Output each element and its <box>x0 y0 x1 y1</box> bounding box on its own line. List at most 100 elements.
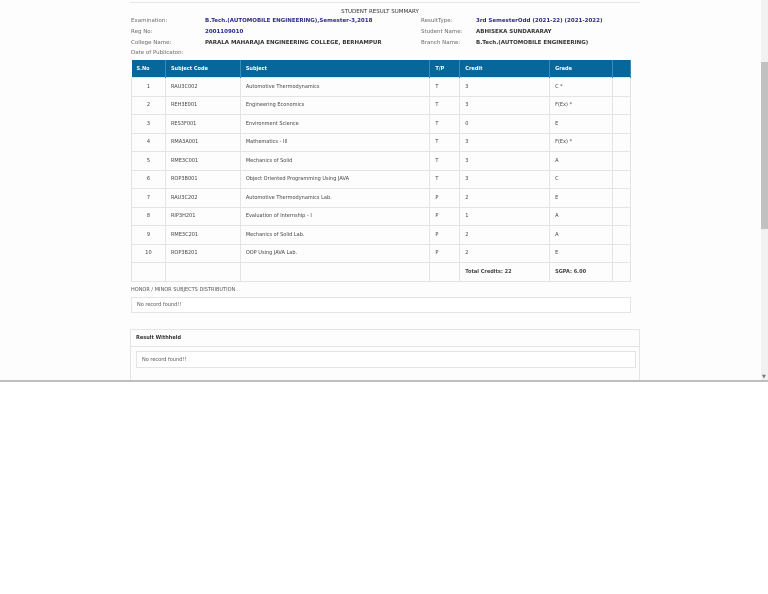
cell-subject: Automotive Thermodynamics <box>239 77 431 97</box>
col-grade: Grade <box>549 60 613 78</box>
cell-code: REH3E001 <box>164 95 241 115</box>
sgpa: SGPA: 6.00 <box>549 262 613 282</box>
cell-code: RME3C001 <box>164 151 241 171</box>
table-row: 2 REH3E001 Engineering Economics T 3 F(Ex) * <box>131 95 632 115</box>
cell-tp: T <box>429 114 461 134</box>
exam-label: Examination: <box>131 18 168 24</box>
table-row: 8 RIP3H201 Evaluation of Internship - IP1A <box>131 206 632 226</box>
cell-credit: 2 <box>459 243 551 263</box>
branch-label: Branch Name: <box>421 40 461 46</box>
cell-subject: Evaluation of Internship - I <box>239 206 431 226</box>
cell-code: RES3F001 <box>164 114 241 134</box>
cell-grade: F(Ex) * <box>549 132 613 152</box>
cell-credit: 3 <box>459 132 551 152</box>
withheld-panel: Result Withheld No record found!! <box>130 329 640 380</box>
cell-grade: C <box>549 169 613 189</box>
cell-tp: P <box>429 188 461 208</box>
reg-value: 2001109010 <box>205 29 244 35</box>
result-type-value: 3rd SemesterOdd (2021-22) (2021-2022) <box>476 18 603 24</box>
cell-credit: 2 <box>459 188 551 208</box>
result-table: S.No Subject Code Subject T/P Credit Gra… <box>131 60 632 282</box>
cell-subject: OOP Using JAVA Lab. <box>239 243 431 263</box>
date-label: Date of Publicaton: <box>131 50 184 56</box>
cell-grade: C * <box>549 77 613 97</box>
college-value: PARALA MAHARAJA ENGINEERING COLLEGE, BER… <box>205 40 382 46</box>
cell-tp: T <box>429 95 461 115</box>
honor-heading: HONOR / MINOR SUBJECTS DISTRIBUTION <box>131 287 236 293</box>
cell-extra <box>611 169 632 189</box>
cell-credit: 0 <box>459 114 551 134</box>
branch-value: B.Tech.(AUTOMOBILE ENGINEERING) <box>476 40 589 46</box>
cell-subject: Environment Science <box>239 114 431 134</box>
cell-grade: F(Ex) * <box>549 95 613 115</box>
cell-sno: 5 <box>131 151 166 171</box>
withheld-heading: Result Withheld <box>131 330 639 347</box>
honor-empty: No record found!! <box>131 297 631 313</box>
total-row: Total Credits: 22 SGPA: 6.00 <box>131 262 632 282</box>
cell-sno: 4 <box>131 132 166 152</box>
student-label: Student Name: <box>421 29 463 35</box>
cell-sno: 6 <box>131 169 166 189</box>
table-row: 9 RME3C201 Mechanics of Solid Lab. P 2 A <box>131 225 632 245</box>
cell-code: RMA3A001 <box>164 132 241 152</box>
cell-code: RAU3C202 <box>164 188 241 208</box>
cell-grade: E <box>549 114 613 134</box>
cell-sno: 1 <box>131 77 166 97</box>
scrollbar-thumb[interactable] <box>761 62 768 229</box>
cell-code: RAU3C002 <box>164 77 241 97</box>
cell-code: ROP3B001 <box>164 169 241 189</box>
cell-subject: Mathematics - III <box>239 132 431 152</box>
cell-tp: T <box>429 169 461 189</box>
college-label: College Name: <box>131 40 172 46</box>
exam-value: B.Tech.(AUTOMOBILE ENGINEERING),Semester… <box>205 18 373 24</box>
cell-code: RIP3H201 <box>164 206 241 226</box>
table-row: 1 RAU3C002 Automotive Thermodynamics T 3 C * <box>131 77 632 97</box>
col-code: Subject Code <box>165 60 241 78</box>
cell-grade: A <box>549 206 613 226</box>
cell-tp: P <box>429 243 461 263</box>
col-credit: Credit <box>459 60 551 78</box>
empty-cell <box>131 262 166 282</box>
scrollbar[interactable]: ▼ <box>761 0 768 380</box>
result-page: STUDENT RESULT SUMMARY Examination: B.Te… <box>0 0 768 382</box>
total-credits: Total Credits: 22 <box>459 262 551 282</box>
cell-tp: T <box>429 151 461 171</box>
cell-tp: P <box>429 225 461 245</box>
cell-credit: 3 <box>459 169 551 189</box>
result-type-label: ResultType: <box>421 18 453 24</box>
cell-tp: T <box>429 132 461 152</box>
cell-code: ROP3B201 <box>164 243 241 263</box>
cell-extra <box>611 151 632 171</box>
table-row: 10 ROP3B201 OOP Using JAVA Lab. P 2 E <box>131 243 632 263</box>
col-sno: S.No <box>131 60 166 78</box>
table-row: 6 ROP3B001 Object Oriented Programming Usi… <box>131 169 632 189</box>
cell-credit: 1 <box>459 206 551 226</box>
withheld-empty: No record found!! <box>136 351 636 368</box>
cell-sno: 7 <box>131 188 166 208</box>
cell-credit: 3 <box>459 95 551 115</box>
scroll-down-arrow-icon[interactable]: ▼ <box>762 374 766 380</box>
cell-credit: 3 <box>459 77 551 97</box>
col-subject: Subject <box>240 60 431 78</box>
cell-sno: 8 <box>131 206 166 226</box>
cell-grade: A <box>549 151 613 171</box>
cell-sno: 10 <box>131 243 166 263</box>
cell-grade: E <box>549 243 613 263</box>
cell-subject: Mechanics of Solid Lab. <box>239 225 431 245</box>
cell-extra <box>611 95 632 115</box>
cell-extra <box>611 77 632 97</box>
cell-subject: Mechanics of Solid <box>239 151 431 171</box>
table-row: 3 RES3F001 Environment Science T 0 E <box>131 114 632 134</box>
cell-tp: P <box>429 206 461 226</box>
cell-tp: T <box>429 77 461 97</box>
cell-sno: 3 <box>131 114 166 134</box>
table-row: 4 RMA3A001 Mathematics - III T 3 F(Ex) * <box>131 132 632 152</box>
empty-cell <box>239 262 431 282</box>
student-value: ABHISEKA SUNDARARAY <box>476 29 552 35</box>
cell-subject: Engineering Economics <box>239 95 431 115</box>
cell-grade: A <box>549 225 613 245</box>
cell-credit: 3 <box>459 151 551 171</box>
cell-grade: E <box>549 188 613 208</box>
table-header: S.No Subject Code Subject T/P Credit Gra… <box>131 60 632 78</box>
cell-code: RME3C201 <box>164 225 241 245</box>
